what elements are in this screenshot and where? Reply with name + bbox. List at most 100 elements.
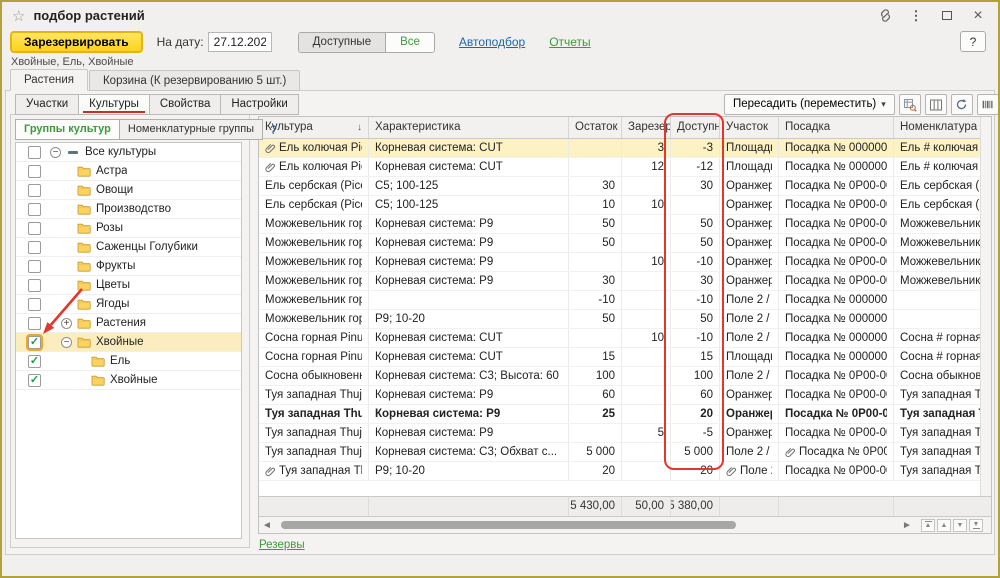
column-header-nomenclature[interactable]: Номенклатура	[894, 117, 991, 138]
table-row[interactable]: Ель колючая Picea pungens Hoo...Корневая…	[259, 158, 991, 177]
tree-item[interactable]: Астра	[16, 162, 241, 181]
table-row[interactable]: Можжевельник горизонтальный Juni...Корне…	[259, 272, 991, 291]
select-period-icon[interactable]	[899, 94, 921, 115]
column-header-site[interactable]: Участок	[720, 117, 779, 138]
tree-checkbox[interactable]	[28, 165, 41, 178]
menu-kebab-icon[interactable]: ⋮	[908, 8, 924, 24]
column-header-planting[interactable]: Посадка	[779, 117, 894, 138]
go-next-row-button[interactable]: ▼	[953, 519, 967, 532]
scrollbar-track[interactable]	[273, 520, 901, 530]
table-row[interactable]: Туя западная Thuja occidentalis ...P9; 1…	[259, 462, 991, 481]
sort-desc-icon: ↓	[357, 117, 362, 138]
tree-checkbox[interactable]	[28, 241, 41, 254]
copy-link-icon[interactable]	[877, 8, 893, 24]
scroll-right-icon[interactable]: ►	[901, 520, 913, 531]
tree-item[interactable]: +Растения	[16, 314, 241, 333]
column-header-rest[interactable]: Остаток	[569, 117, 622, 138]
tree-item[interactable]: Цветы	[16, 276, 241, 295]
cell-planting: Посадка № 000000000...	[779, 329, 894, 347]
tree-item[interactable]: −Все культуры	[16, 143, 241, 162]
table-row[interactable]: Сосна горная Pinus mugo MughusКорневая с…	[259, 348, 991, 367]
cell-reserved	[622, 386, 671, 404]
refresh-icon[interactable]	[951, 94, 973, 115]
tree-item[interactable]: Овощи	[16, 181, 241, 200]
autopick-link[interactable]: Автоподбор	[459, 35, 525, 49]
reports-link[interactable]: Отчеты	[549, 35, 590, 49]
toggle-all[interactable]: Все	[385, 33, 434, 52]
tree-checkbox[interactable]	[28, 317, 41, 330]
tab-sites[interactable]: Участки	[15, 94, 79, 115]
vertical-scrollbar[interactable]	[980, 117, 991, 496]
scroll-left-icon[interactable]: ◄	[261, 520, 273, 531]
tab-plants[interactable]: Растения	[10, 69, 88, 91]
toggle-available[interactable]: Доступные	[299, 33, 385, 52]
table-row[interactable]: Туя западная Thuja occidentalis Gold...К…	[259, 443, 991, 462]
table-row[interactable]: Можжевельник горизонтальный Juni...-10-1…	[259, 291, 991, 310]
tree-item[interactable]: Саженцы Голубики	[16, 238, 241, 257]
expand-icon[interactable]: +	[61, 318, 72, 329]
collapse-icon[interactable]: −	[50, 147, 61, 158]
go-prev-row-button[interactable]: ▲	[937, 519, 951, 532]
column-settings-icon[interactable]	[925, 94, 947, 115]
table-row[interactable]: Можжевельник горизонтальный Juni...Корне…	[259, 234, 991, 253]
barcode-icon[interactable]	[977, 94, 999, 115]
tree-item[interactable]: Ягоды	[16, 295, 241, 314]
date-input[interactable]	[208, 32, 272, 52]
table-row[interactable]: Можжевельник горизонтальный Juni...P9; 1…	[259, 310, 991, 329]
tree-help-link[interactable]: ?	[270, 123, 277, 137]
tree-checkbox[interactable]	[28, 260, 41, 273]
tree-item[interactable]: ✓Хвойные	[16, 371, 241, 390]
tree-item[interactable]: Фрукты	[16, 257, 241, 276]
go-first-row-button[interactable]: ▲	[921, 519, 935, 532]
cell-available: 5 000	[671, 443, 720, 461]
column-header-available[interactable]: Доступно	[671, 117, 720, 138]
go-last-row-button[interactable]: ▼	[969, 519, 983, 532]
tree-checkbox[interactable]	[28, 184, 41, 197]
tree-checkbox[interactable]	[28, 298, 41, 311]
tab-settings[interactable]: Настройки	[220, 94, 298, 115]
table-row[interactable]: Можжевельник горизонтальный Juni...Корне…	[259, 253, 991, 272]
table-row[interactable]: Ель колючая Picea pungens Hoo...Корневая…	[259, 139, 991, 158]
table-row[interactable]: Туя западная Thuja occidentalis Gold...К…	[259, 386, 991, 405]
table-body: Ель колючая Picea pungens Hoo...Корневая…	[259, 139, 991, 481]
table-row[interactable]: Ель сербская (Picea omorika Karel)C5; 10…	[259, 177, 991, 196]
cell-planting: Посадка № 0P00-00005...	[779, 215, 894, 233]
tree-item-label: Розы	[96, 222, 123, 234]
column-header-reserved[interactable]: Зарезер...	[622, 117, 671, 138]
collapse-icon[interactable]: −	[61, 337, 72, 348]
tree-checkbox[interactable]	[28, 203, 41, 216]
tree-checkbox[interactable]: ✓	[28, 336, 41, 349]
tree-checkbox[interactable]	[28, 222, 41, 235]
tree-item[interactable]: ✓Ель	[16, 352, 241, 371]
scrollbar-thumb[interactable]	[281, 521, 736, 529]
tree-checkbox[interactable]	[28, 146, 41, 159]
tree-item[interactable]: ✓−Хвойные	[16, 333, 241, 352]
transplant-button[interactable]: Пересадить (переместить)▾	[724, 94, 895, 115]
close-icon[interactable]: ×	[970, 8, 986, 24]
tree-checkbox[interactable]	[28, 279, 41, 292]
cell-characteristic: P9; 10-20	[369, 310, 569, 328]
table-row[interactable]: Туя западная Thuja occidentalis Gold...К…	[259, 424, 991, 443]
tab-cultures[interactable]: Культуры	[78, 94, 150, 115]
tree-item[interactable]: Розы	[16, 219, 241, 238]
table-row[interactable]: Сосна обыкновеннаяКорневая система: C3; …	[259, 367, 991, 386]
toggle-culture-groups[interactable]: Группы культур	[15, 119, 120, 140]
tree-item[interactable]: Производство	[16, 200, 241, 219]
reserves-link[interactable]: Резервы	[259, 539, 305, 551]
cell-characteristic: P9; 10-20	[369, 462, 569, 480]
maximize-icon[interactable]	[939, 8, 955, 24]
table-row[interactable]: Можжевельник горизонтальный Juni...Корне…	[259, 215, 991, 234]
cell-characteristic: Корневая система: C3; Высота: 60	[369, 367, 569, 385]
table-row[interactable]: Сосна горная Pinus mugo MughusКорневая с…	[259, 329, 991, 348]
column-header-characteristic[interactable]: Характеристика	[369, 117, 569, 138]
reserve-button[interactable]: Зарезервировать	[10, 31, 143, 53]
tab-properties[interactable]: Свойства	[149, 94, 222, 115]
tree-checkbox[interactable]: ✓	[28, 374, 41, 387]
table-row[interactable]: Ель сербская (Picea omorika Karel)C5; 10…	[259, 196, 991, 215]
tree-checkbox[interactable]: ✓	[28, 355, 41, 368]
toggle-nomenclature-groups[interactable]: Номенклатурные группы	[120, 119, 263, 140]
favorite-star-icon[interactable]: ☆	[12, 7, 25, 25]
help-button[interactable]: ?	[960, 31, 986, 52]
tab-basket[interactable]: Корзина (К резервированию 5 шт.)	[89, 70, 300, 91]
table-row[interactable]: Туя западная Thuja occidentalis Golde...…	[259, 405, 991, 424]
